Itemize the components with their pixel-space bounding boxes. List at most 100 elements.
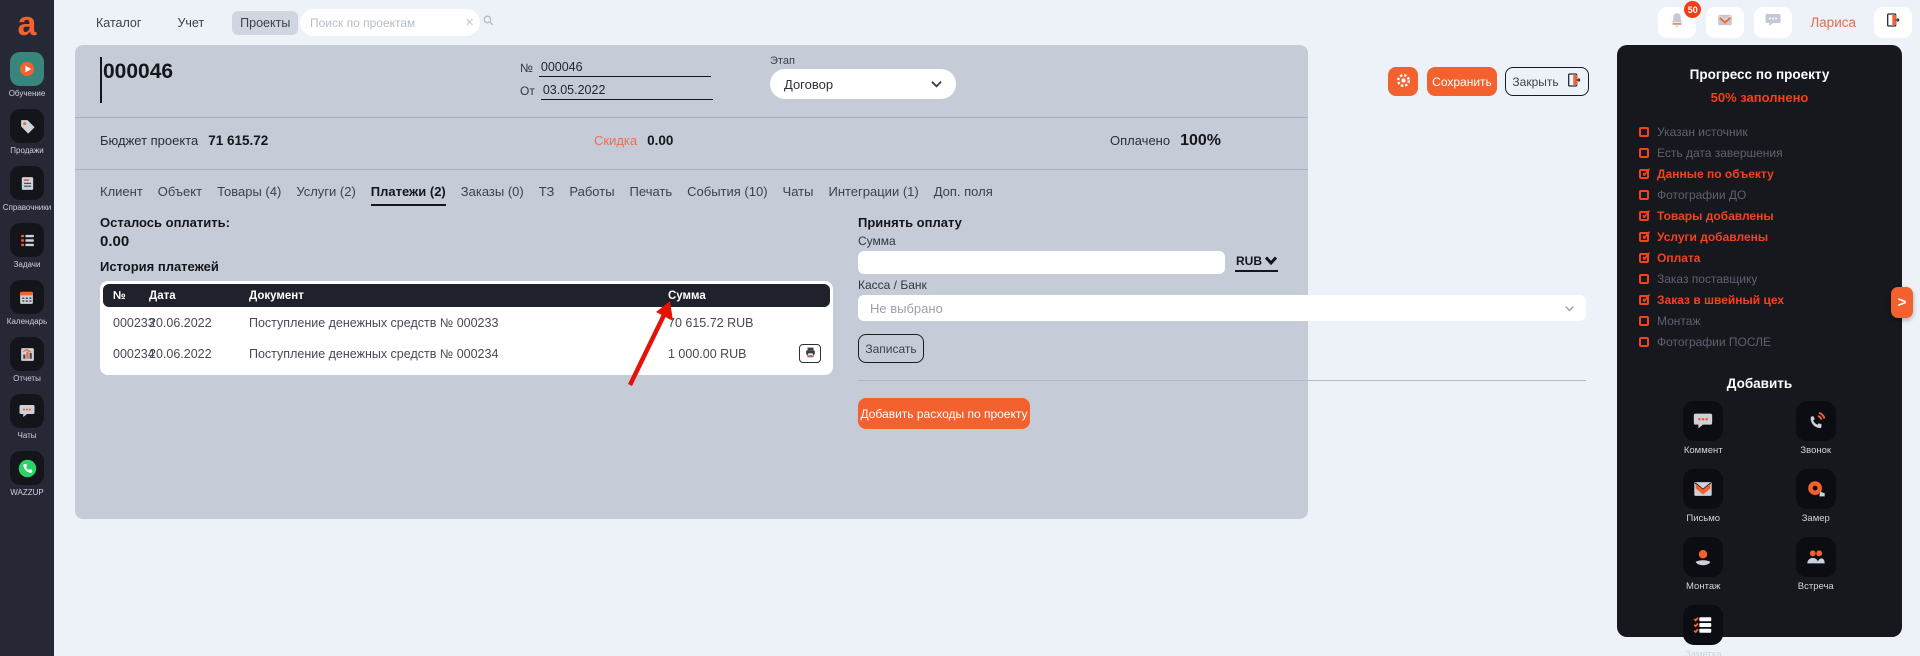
- progress-item-label: Указан источник: [1657, 124, 1748, 139]
- table-row[interactable]: 000234 20.06.2022 Поступление денежных сре…: [103, 338, 830, 369]
- add-action-label: Письмо: [1686, 513, 1721, 524]
- sidebar-item-Отчеты[interactable]: Отчеты: [10, 337, 44, 383]
- payment-document: Поступление денежных средств № 000234: [249, 346, 499, 361]
- submit-payment-button[interactable]: Записать: [858, 334, 924, 363]
- collapse-panel-button[interactable]: >: [1891, 287, 1913, 318]
- clear-search-icon[interactable]: ✕: [465, 16, 474, 29]
- progress-item-Данные по объекту[interactable]: Данные по объекту: [1639, 163, 1902, 184]
- sidebar-item-label: Чаты: [17, 431, 37, 440]
- tab-Услуги (2)[interactable]: Услуги (2): [296, 184, 355, 206]
- add-action-Заметка[interactable]: Заметка: [1683, 605, 1724, 656]
- settings-button[interactable]: [1388, 67, 1418, 96]
- logout-button[interactable]: [1874, 7, 1912, 38]
- progress-item-label: Заказ поставщику: [1657, 271, 1758, 286]
- checkbox-icon: [1639, 336, 1649, 347]
- add-actions-title: Добавить: [1726, 376, 1793, 391]
- stage-select[interactable]: Договор: [770, 69, 956, 99]
- progress-item-Услуги добавлены[interactable]: Услуги добавлены: [1639, 226, 1902, 247]
- chevron-down-icon: [1264, 254, 1278, 268]
- progress-percent: 50% заполнено: [1710, 90, 1809, 105]
- topnav-item-Учет[interactable]: Учет: [169, 11, 212, 35]
- current-user[interactable]: Лариса: [1810, 15, 1856, 30]
- add-action-Встреча[interactable]: Встреча: [1795, 537, 1836, 592]
- print-receipt-button[interactable]: [799, 344, 821, 363]
- add-action-label: Встреча: [1797, 581, 1834, 592]
- table-row[interactable]: 000233 20.06.2022 Поступление денежных сре…: [103, 307, 830, 338]
- tab-Товары (4)[interactable]: Товары (4): [217, 184, 281, 206]
- project-panel: 000046 № 000046 От 03.05.2022 Этап Догов…: [75, 45, 1589, 519]
- tab-Печать[interactable]: Печать: [630, 184, 673, 206]
- account-select[interactable]: Не выбрано: [858, 295, 1586, 321]
- add-action-Звонок[interactable]: Звонок: [1795, 401, 1836, 456]
- divider: [858, 380, 1586, 381]
- progress-item-Есть дата завершения[interactable]: Есть дата завершения: [1639, 142, 1902, 163]
- amount-label: Сумма: [858, 234, 896, 248]
- sidebar-item-Календарь[interactable]: Календарь: [7, 280, 47, 326]
- discount-label[interactable]: Скидка: [594, 133, 637, 148]
- progress-item-Указан источник[interactable]: Указан источник: [1639, 121, 1902, 142]
- search-input[interactable]: [310, 15, 465, 30]
- meeting-icon: [1795, 537, 1836, 577]
- topnav-item-Каталог[interactable]: Каталог: [88, 11, 149, 35]
- sidebar-item-label: WAZZUP: [10, 488, 44, 497]
- sidebar-item-Продажи[interactable]: Продажи: [10, 109, 44, 155]
- date-input[interactable]: 03.05.2022: [540, 83, 713, 100]
- date-label: От: [520, 84, 535, 98]
- note-icon: [1683, 605, 1724, 645]
- number-input[interactable]: 000046: [538, 60, 711, 77]
- sidebar-item-Справочники[interactable]: Справочники: [3, 166, 51, 212]
- tab-Чаты[interactable]: Чаты: [783, 184, 814, 206]
- book-icon: [10, 166, 44, 200]
- tab-Клиент[interactable]: Клиент: [100, 184, 143, 206]
- progress-item-Оплата[interactable]: Оплата: [1639, 247, 1902, 268]
- tab-События (10)[interactable]: События (10): [687, 184, 767, 206]
- topnav-item-Проекты[interactable]: Проекты: [232, 10, 299, 35]
- progress-item-label: Оплата: [1657, 250, 1701, 265]
- notifications-button[interactable]: 50: [1658, 1, 1702, 38]
- messages-button[interactable]: [1754, 7, 1793, 38]
- close-button-label: Закрыть: [1512, 74, 1559, 89]
- progress-item-Заказ в швейный цех[interactable]: Заказ в швейный цех: [1639, 289, 1902, 310]
- tab-Платежи (2)[interactable]: Платежи (2): [370, 184, 446, 206]
- progress-item-label: Услуги добавлены: [1657, 229, 1769, 244]
- sidebar-item-WAZZUP[interactable]: WAZZUP: [10, 451, 44, 497]
- tab-ТЗ[interactable]: ТЗ: [539, 184, 555, 206]
- left-sidebar: a Обучение Продажи Справочники Задачи Календ…: [0, 0, 54, 656]
- progress-item-Фотографии ПОСЛЕ[interactable]: Фотографии ПОСЛЕ: [1639, 331, 1902, 352]
- progress-item-Монтаж[interactable]: Монтаж: [1639, 310, 1902, 331]
- add-action-Монтаж[interactable]: Монтаж: [1683, 537, 1724, 592]
- exit-door-icon: [1566, 72, 1582, 91]
- divider: [75, 169, 1308, 170]
- project-tabs: Клиент Объект Товары (4) Услуги (2) Платежи …: [100, 184, 993, 206]
- checkbox-icon: [1639, 228, 1652, 244]
- add-action-Коммент[interactable]: Коммент: [1683, 401, 1724, 456]
- progress-item-Фотографии ДО[interactable]: Фотографии ДО: [1639, 184, 1902, 205]
- tab-Доп. поля[interactable]: Доп. поля: [934, 184, 993, 206]
- currency-select[interactable]: RUB: [1235, 253, 1278, 272]
- project-search[interactable]: ✕: [300, 9, 494, 36]
- search-icon[interactable]: [482, 14, 495, 32]
- sidebar-item-Обучение[interactable]: Обучение: [9, 52, 45, 98]
- tab-Работы[interactable]: Работы: [569, 184, 614, 206]
- app-logo[interactable]: a: [0, 4, 54, 44]
- tab-Объект[interactable]: Объект: [158, 184, 202, 206]
- tab-Заказы (0)[interactable]: Заказы (0): [461, 184, 524, 206]
- close-button[interactable]: Закрыть: [1505, 67, 1589, 96]
- sidebar-item-Задачи[interactable]: Задачи: [10, 223, 44, 269]
- add-expenses-button[interactable]: Добавить расходы по проекту: [858, 398, 1030, 429]
- progress-item-label: Товары добавлены: [1657, 208, 1774, 223]
- progress-item-Товары добавлены[interactable]: Товары добавлены: [1639, 205, 1902, 226]
- checkbox-icon: [1639, 126, 1649, 137]
- add-action-Письмо[interactable]: Письмо: [1683, 469, 1724, 524]
- add-action-label: Монтаж: [1686, 581, 1721, 592]
- mail-button[interactable]: [1706, 7, 1745, 38]
- sidebar-item-Чаты[interactable]: Чаты: [10, 394, 44, 440]
- add-action-Замер[interactable]: Замер: [1795, 469, 1836, 524]
- project-title[interactable]: 000046: [103, 60, 173, 84]
- save-button[interactable]: Сохранить: [1427, 67, 1497, 96]
- amount-input[interactable]: [858, 251, 1225, 274]
- paid-label: Оплачено: [1110, 133, 1171, 148]
- tab-Интеграции (1)[interactable]: Интеграции (1): [828, 184, 918, 206]
- progress-item-Заказ поставщику[interactable]: Заказ поставщику: [1639, 268, 1902, 289]
- comment-icon: [1683, 401, 1724, 441]
